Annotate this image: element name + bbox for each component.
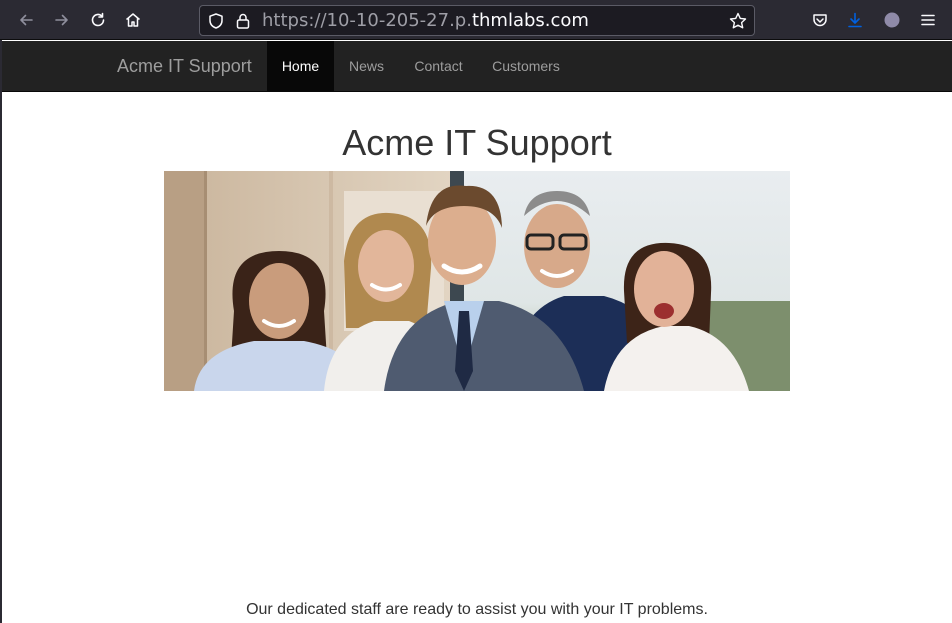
bookmark-star-icon[interactable] bbox=[728, 11, 748, 31]
page-title: Acme IT Support bbox=[342, 122, 612, 163]
shield-icon[interactable] bbox=[207, 12, 225, 30]
home-icon bbox=[124, 11, 142, 29]
forward-button[interactable] bbox=[48, 6, 76, 34]
account-button[interactable] bbox=[878, 6, 906, 34]
url-bar[interactable]: https://10-10-205-27.p.thmlabs.com bbox=[199, 5, 755, 36]
browser-toolbar: https://10-10-205-27.p.thmlabs.com bbox=[0, 0, 952, 40]
tagline-text: Our dedicated staff are ready to assist … bbox=[246, 601, 708, 618]
site-navbar: Acme IT Support Home News Contact Custom… bbox=[2, 41, 952, 92]
nav-item-customers[interactable]: Customers bbox=[478, 41, 574, 92]
nav-item-contact[interactable]: Contact bbox=[399, 41, 478, 92]
pocket-button[interactable] bbox=[806, 6, 834, 34]
navbar-brand[interactable]: Acme IT Support bbox=[117, 41, 252, 92]
nav-item-home[interactable]: Home bbox=[267, 41, 334, 92]
lock-icon[interactable] bbox=[234, 12, 252, 30]
forward-icon bbox=[53, 11, 71, 29]
reload-icon bbox=[89, 11, 107, 29]
menu-icon bbox=[919, 11, 937, 29]
download-icon bbox=[846, 11, 864, 29]
pocket-icon bbox=[811, 11, 829, 29]
menu-button[interactable] bbox=[914, 6, 942, 34]
hero-image bbox=[164, 171, 790, 391]
back-icon bbox=[17, 11, 35, 29]
nav-item-news[interactable]: News bbox=[334, 41, 399, 92]
team-photo-illustration bbox=[164, 171, 790, 391]
url-text[interactable]: https://10-10-205-27.p.thmlabs.com bbox=[262, 9, 589, 33]
account-icon bbox=[883, 11, 901, 29]
url-prefix: https://10-10-205-27.p. bbox=[262, 10, 472, 31]
downloads-button[interactable] bbox=[841, 6, 869, 34]
url-domain: thmlabs.com bbox=[471, 10, 589, 31]
home-button[interactable] bbox=[119, 6, 147, 34]
back-button[interactable] bbox=[12, 6, 40, 34]
reload-button[interactable] bbox=[84, 6, 112, 34]
